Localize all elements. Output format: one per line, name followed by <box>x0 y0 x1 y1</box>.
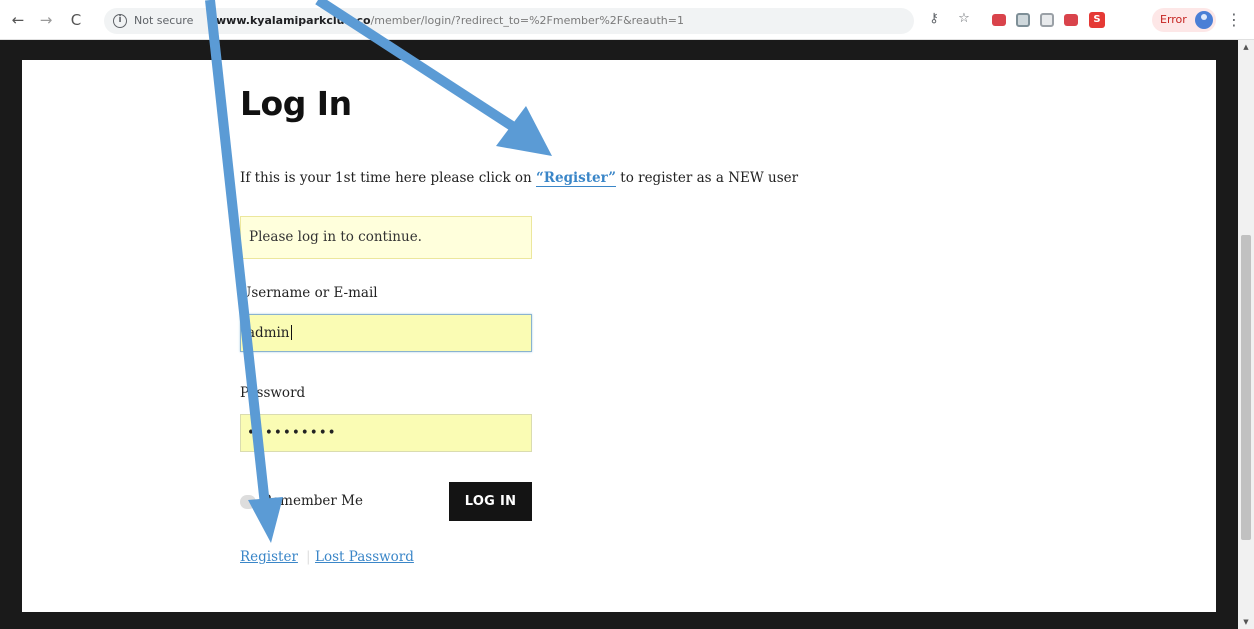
login-notice: Please log in to continue. <box>240 216 532 259</box>
error-label: Error <box>1160 13 1187 26</box>
username-label: Username or E-mail <box>240 285 378 301</box>
lost-password-link[interactable]: Lost Password <box>315 549 414 565</box>
extension-icon[interactable] <box>1016 13 1030 27</box>
address-bar[interactable]: i Not secure www.kyalamiparkclub.co/memb… <box>104 8 914 34</box>
scroll-up-icon[interactable]: ▲ <box>1238 42 1254 52</box>
link-separator: | <box>306 549 311 565</box>
not-secure-label[interactable]: Not secure <box>134 8 193 34</box>
page-content <box>22 60 1216 612</box>
url-text[interactable]: www.kyalamiparkclub.co/member/login/?red… <box>216 8 684 34</box>
remember-me-checkbox[interactable] <box>240 495 256 509</box>
profile-error-button[interactable]: Error <box>1152 8 1216 32</box>
register-intro-link[interactable]: “Register” <box>536 170 616 187</box>
avatar <box>1195 11 1213 29</box>
register-link[interactable]: Register <box>240 549 298 565</box>
password-field[interactable]: •••••••••• <box>240 414 532 452</box>
forward-arrow-icon[interactable]: → <box>36 9 56 31</box>
extension-icon[interactable] <box>1040 13 1054 27</box>
star-icon[interactable]: ☆ <box>956 11 972 27</box>
extension-icon[interactable] <box>992 14 1006 26</box>
scrollbar[interactable]: ▲ ▼ <box>1238 40 1254 629</box>
extension-icon[interactable]: S <box>1089 12 1105 28</box>
scrollbar-thumb[interactable] <box>1241 235 1251 540</box>
browser-toolbar: ← → C i Not secure www.kyalamiparkclub.c… <box>0 0 1254 40</box>
key-icon[interactable]: ⚷ <box>926 11 942 27</box>
page-title: Log In <box>240 84 352 123</box>
menu-kebab-icon[interactable]: ⋮ <box>1226 10 1242 30</box>
extension-icon[interactable] <box>1064 14 1078 26</box>
login-button[interactable]: LOG IN <box>449 482 532 521</box>
password-label: Password <box>240 385 306 401</box>
text-caret <box>290 325 292 340</box>
remember-me-label[interactable]: Remember Me <box>262 493 363 509</box>
scroll-down-icon[interactable]: ▼ <box>1238 617 1254 627</box>
intro-text: If this is your 1st time here please cli… <box>240 170 799 187</box>
back-arrow-icon[interactable]: ← <box>8 9 28 31</box>
username-field[interactable]: admin <box>240 314 532 352</box>
reload-icon[interactable]: C <box>66 9 86 31</box>
info-icon[interactable]: i <box>113 14 127 28</box>
